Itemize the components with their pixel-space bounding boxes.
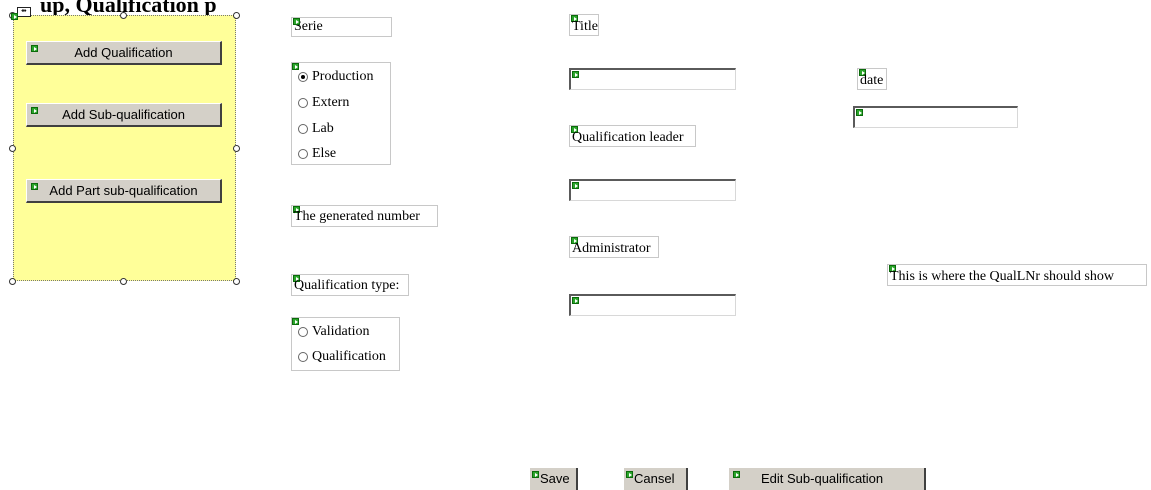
control-marker-icon xyxy=(572,182,579,189)
control-marker-icon xyxy=(31,183,38,190)
serie-radio-group: Production Extern Lab Else xyxy=(291,62,391,165)
control-marker-icon xyxy=(31,107,38,114)
cancel-button[interactable]: Cansel xyxy=(624,468,688,490)
radio-lab[interactable]: Lab xyxy=(298,119,334,139)
add-qualification-button[interactable]: Add Qualification xyxy=(26,41,222,65)
control-marker-icon xyxy=(11,13,18,20)
resize-handle-icon[interactable] xyxy=(120,12,127,19)
radio-production[interactable]: Production xyxy=(298,67,373,87)
qualification-leader-label: Qualification leader xyxy=(569,125,696,147)
resize-handle-icon[interactable] xyxy=(233,278,240,285)
add-sub-qualification-label: Add Sub-qualification xyxy=(62,107,185,122)
date-input[interactable] xyxy=(853,106,1018,128)
date-label: date xyxy=(857,68,887,90)
control-marker-icon xyxy=(733,471,740,478)
resize-handle-icon[interactable] xyxy=(9,145,16,152)
edit-sub-qualification-button[interactable]: Edit Sub-qualification xyxy=(729,468,926,490)
radio-icon xyxy=(298,149,308,159)
qualification-type-radio-group: Validation Qualification xyxy=(291,317,400,371)
radio-validation[interactable]: Validation xyxy=(298,322,370,342)
control-marker-icon xyxy=(293,18,300,25)
add-sub-qualification-button[interactable]: Add Sub-qualification xyxy=(26,103,222,127)
qualification-leader-input[interactable] xyxy=(569,179,736,201)
generated-number-label: The generated number xyxy=(291,205,438,227)
serie-label: Serie xyxy=(291,17,392,37)
administrator-input[interactable] xyxy=(569,294,736,316)
title-input[interactable] xyxy=(569,68,736,90)
resize-handle-icon[interactable] xyxy=(233,145,240,152)
control-marker-icon xyxy=(572,71,579,78)
resize-handle-icon[interactable] xyxy=(9,278,16,285)
qualnr-display: This is where the QualLNr should show xyxy=(887,264,1147,286)
add-qualification-label: Add Qualification xyxy=(74,45,173,60)
radio-icon xyxy=(298,327,308,337)
control-marker-icon xyxy=(572,297,579,304)
resize-handle-icon[interactable] xyxy=(233,12,240,19)
add-part-sub-qualification-label: Add Part sub-qualification xyxy=(49,183,198,198)
qualification-type-label: Qualification type: xyxy=(291,274,409,296)
save-button[interactable]: Save xyxy=(530,468,578,490)
add-part-sub-qualification-button[interactable]: Add Part sub-qualification xyxy=(26,179,222,203)
control-marker-icon xyxy=(856,109,863,116)
resize-handle-icon[interactable] xyxy=(120,278,127,285)
radio-icon xyxy=(298,352,308,362)
radio-qualification[interactable]: Qualification xyxy=(298,347,386,367)
radio-else[interactable]: Else xyxy=(298,144,336,164)
move-handle-icon[interactable]: ⇹ xyxy=(17,7,31,17)
administrator-label: Administrator xyxy=(569,236,659,258)
title-label: Title xyxy=(569,14,599,36)
radio-extern[interactable]: Extern xyxy=(298,93,349,113)
button-panel: Add Qualification Add Sub-qualification … xyxy=(13,15,236,281)
radio-icon xyxy=(298,98,308,108)
radio-icon xyxy=(298,124,308,134)
control-marker-icon xyxy=(532,471,539,478)
control-marker-icon xyxy=(31,45,38,52)
control-marker-icon xyxy=(626,471,633,478)
radio-selected-icon xyxy=(298,72,308,82)
